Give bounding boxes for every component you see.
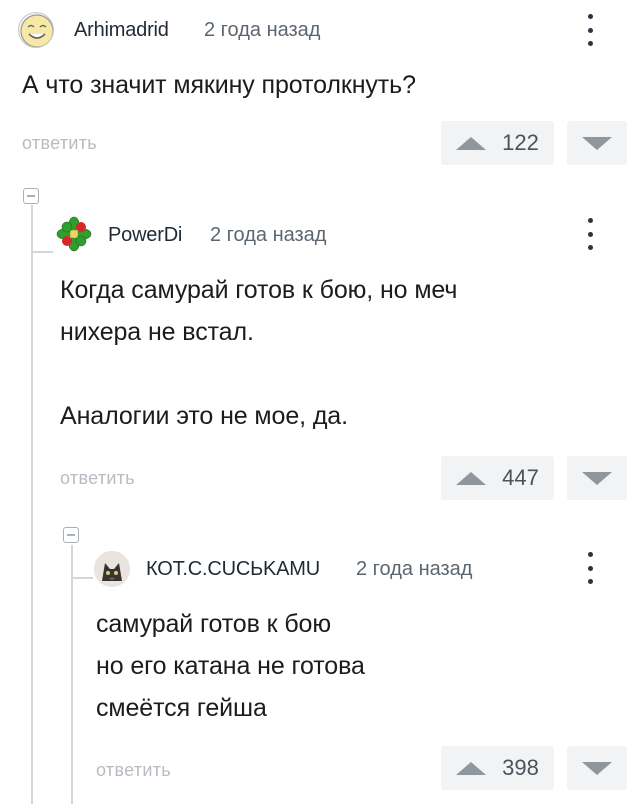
comment-text: самурай готов к бою но его катана не гот… (96, 603, 365, 729)
comment-text: Когда самурай готов к бою, но меч нихера… (60, 269, 457, 437)
comment-line: А что значит мякину протолкнуть? (22, 71, 416, 99)
collapse-branch-1-toggle[interactable] (23, 188, 39, 204)
avatar[interactable] (56, 216, 92, 252)
timestamp: 2 года назад (204, 19, 321, 41)
collapse-branch-2-toggle[interactable] (63, 527, 79, 543)
arrow-down-icon (582, 136, 612, 150)
upvote-button[interactable]: 447 (441, 456, 554, 500)
comment-text: А что значит мякину протолкнуть? (22, 64, 416, 106)
timestamp: 2 года назад (356, 558, 473, 580)
more-options-icon[interactable] (584, 14, 596, 46)
comment-blank-line (60, 353, 457, 395)
comment-line: Когда самурай готов к бою, но меч (60, 276, 458, 304)
arrow-down-icon (582, 471, 612, 485)
timestamp: 2 года назад (210, 224, 327, 246)
arrow-down-icon (582, 761, 612, 775)
green-flower-avatar-icon (56, 216, 92, 252)
comment-line: нихера не встал. (60, 318, 254, 346)
more-options-icon[interactable] (584, 552, 596, 584)
username[interactable]: PowerDi (108, 224, 182, 247)
smiling-face-avatar-icon (20, 14, 53, 47)
reply-button[interactable]: ответить (60, 468, 135, 489)
thread-connector-level-1 (31, 251, 53, 253)
reply-button[interactable]: ответить (96, 760, 171, 781)
vote-count: 122 (502, 130, 539, 155)
comment-line: но его катана не готова (96, 652, 365, 680)
username[interactable]: Arhimadrid (74, 19, 169, 42)
username[interactable]: КОТ.С.CUCЬKAMU (146, 558, 320, 581)
upvote-button[interactable]: 398 (441, 746, 554, 790)
downvote-button[interactable] (567, 121, 627, 165)
thread-connector-level-2 (71, 577, 93, 579)
avatar[interactable] (94, 551, 130, 587)
comment-line: самурай готов к бою (96, 610, 331, 638)
arrow-up-icon (456, 761, 487, 775)
cat-photo-avatar-icon (94, 551, 130, 587)
thread-line-level-1 (31, 205, 33, 804)
downvote-button[interactable] (567, 456, 627, 500)
vote-count: 447 (502, 465, 539, 490)
upvote-button[interactable]: 122 (441, 121, 554, 165)
more-options-icon[interactable] (584, 218, 596, 250)
downvote-button[interactable] (567, 746, 627, 790)
comment-line: смеётся гейша (96, 694, 267, 722)
avatar[interactable] (18, 12, 54, 48)
comment-line: Аналогии это не мое, да. (60, 402, 348, 430)
arrow-up-icon (456, 471, 487, 485)
reply-button[interactable]: ответить (22, 133, 97, 154)
arrow-up-icon (456, 136, 487, 150)
vote-count: 398 (502, 755, 539, 780)
thread-line-level-2 (71, 545, 73, 804)
